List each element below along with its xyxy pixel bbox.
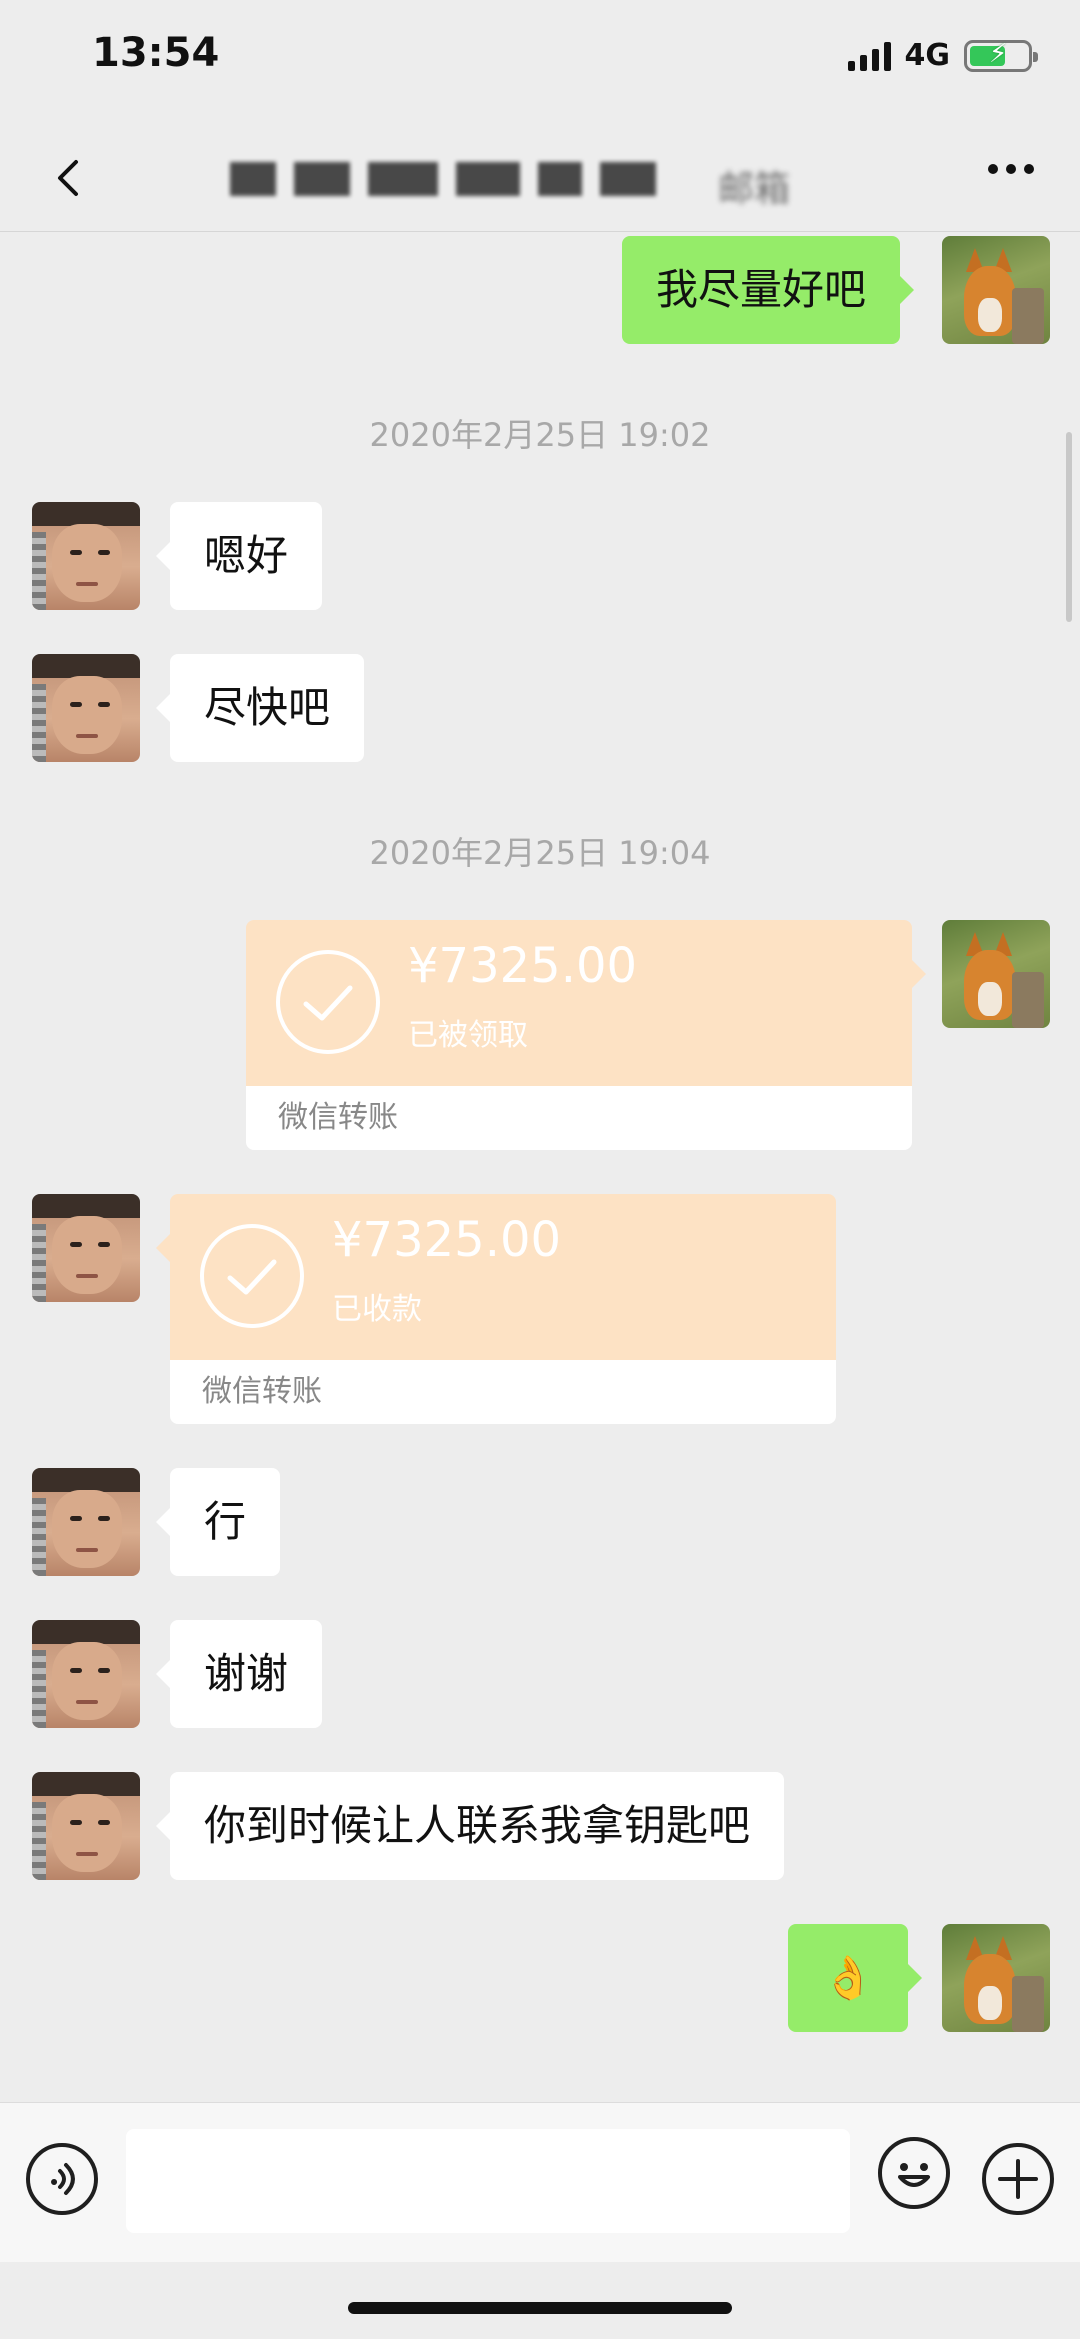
transfer-card[interactable]: ¥7325.00 已收款 微信转账 — [156, 1194, 836, 1424]
avatar[interactable] — [942, 1924, 1050, 2032]
more-icon — [988, 164, 998, 174]
plus-icon — [998, 2159, 1038, 2199]
emoji-button[interactable] — [878, 2137, 950, 2209]
avatar[interactable] — [32, 1772, 140, 1880]
transfer-amount: ¥7325.00 — [332, 1212, 562, 1268]
transfer-status: 已被领取 — [408, 1018, 528, 1053]
more-functions-button[interactable] — [982, 2143, 1054, 2215]
avatar[interactable] — [942, 236, 1050, 344]
transfer-card[interactable]: ¥7325.00 已被领取 微信转账 — [246, 920, 926, 1150]
avatar[interactable] — [32, 502, 140, 610]
transfer-label: 微信转账 — [246, 1086, 912, 1150]
message-bubble[interactable]: 嗯好 — [155, 502, 323, 610]
message-bubble[interactable]: 尽快吧 — [155, 654, 365, 762]
voice-icon — [51, 2163, 75, 2195]
back-button[interactable] — [40, 148, 100, 208]
status-bar: 13:54 4G ⚡ — [0, 0, 1080, 120]
check-icon — [276, 950, 380, 1054]
scrollbar[interactable] — [1066, 432, 1072, 622]
more-button[interactable] — [988, 164, 1034, 174]
chat-header: 邮箱 — [0, 120, 1080, 232]
message-bubble[interactable]: 我尽量好吧 — [622, 236, 915, 344]
avatar[interactable] — [32, 1468, 140, 1576]
chat-title: 邮箱 — [230, 154, 850, 210]
transfer-amount: ¥7325.00 — [408, 938, 638, 994]
transfer-card-body: ¥7325.00 已收款 — [156, 1194, 836, 1360]
battery-icon: ⚡ — [964, 39, 1038, 72]
status-icons: 4G ⚡ — [847, 38, 1038, 73]
home-indicator[interactable] — [348, 2302, 732, 2314]
timestamp: 2020年2月25日 19:02 — [369, 416, 711, 454]
chat-title-text: 邮箱 — [717, 169, 790, 210]
avatar[interactable] — [942, 920, 1050, 1028]
message-bubble[interactable]: 👌 — [788, 1924, 923, 2032]
message-bubble[interactable]: 你到时候让人联系我拿钥匙吧 — [155, 1772, 785, 1880]
message-bubble[interactable]: 行 — [155, 1468, 281, 1576]
avatar[interactable] — [32, 1620, 140, 1728]
message-bubble[interactable]: 谢谢 — [155, 1620, 323, 1728]
voice-button[interactable] — [26, 2143, 98, 2215]
signal-icon — [847, 41, 891, 71]
emoji-icon — [898, 2163, 930, 2187]
chat-messages[interactable]: 我尽量好吧 2020年2月25日 19:02 嗯好 尽快吧 2020年2月25日… — [0, 232, 1080, 2102]
transfer-label: 微信转账 — [170, 1360, 836, 1424]
status-time: 13:54 — [92, 30, 220, 76]
avatar[interactable] — [32, 1194, 140, 1302]
back-icon — [58, 160, 78, 196]
check-icon — [200, 1224, 304, 1328]
transfer-status: 已收款 — [332, 1292, 422, 1327]
input-bar — [0, 2102, 1080, 2262]
redacted-name — [230, 162, 656, 196]
timestamp: 2020年2月25日 19:04 — [369, 834, 711, 872]
network-label: 4G — [904, 38, 951, 73]
avatar[interactable] — [32, 654, 140, 762]
transfer-card-body: ¥7325.00 已被领取 — [246, 920, 926, 1086]
message-input[interactable] — [126, 2129, 850, 2233]
